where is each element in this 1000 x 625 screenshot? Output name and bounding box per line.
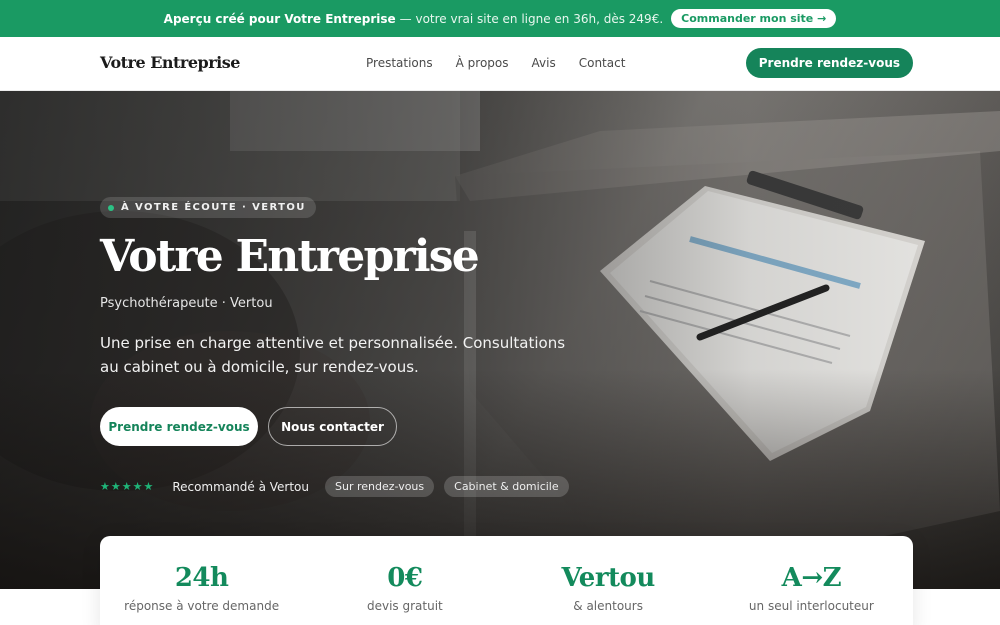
- stat-value: 24h: [174, 563, 229, 593]
- promo-headline: Aperçu créé pour Votre Entreprise: [163, 11, 396, 26]
- hero-section: À VOTRE ÉCOUTE · VERTOU Votre Entreprise…: [0, 91, 1000, 589]
- stat-item: Vertou & alentours: [507, 563, 710, 625]
- stat-label: devis gratuit: [366, 599, 443, 613]
- status-dot-icon: [108, 204, 114, 211]
- stat-label: un seul interlocuteur: [748, 599, 874, 613]
- stats-card: 24h réponse à votre demande 0€ devis gra…: [100, 536, 913, 625]
- hero-subtitle: Psychothérapeute · Vertou: [100, 296, 273, 311]
- brand-logo[interactable]: Votre Entreprise: [100, 53, 240, 72]
- promo-banner: Aperçu créé pour Votre Entreprise — votr…: [0, 0, 1000, 37]
- hero-description: Une prise en charge attentive et personn…: [100, 334, 566, 376]
- stat-value: 0€: [387, 563, 423, 593]
- stat-item: 24h réponse à votre demande: [100, 563, 303, 625]
- rating-stars-icon: ★★★★★: [100, 480, 155, 493]
- stat-label: & alentours: [573, 599, 643, 613]
- order-site-button[interactable]: Commander mon site →: [671, 9, 837, 28]
- stat-value: A→Z: [781, 563, 842, 593]
- hero-title: Votre Entreprise: [100, 231, 480, 282]
- chip-location: Cabinet & domicile: [444, 476, 569, 497]
- hero-contact-button[interactable]: Nous contacter: [268, 407, 397, 446]
- stat-item: A→Z un seul interlocuteur: [710, 563, 913, 625]
- nav-menu: Prestations À propos Avis Contact: [366, 56, 625, 70]
- nav-link-about[interactable]: À propos: [456, 56, 509, 70]
- recommendation-text: Recommandé à Vertou: [172, 479, 309, 494]
- hero-appointment-button[interactable]: Prendre rendez-vous: [100, 407, 258, 446]
- stat-item: 0€ devis gratuit: [303, 563, 506, 625]
- hero-tagline-text: À VOTRE ÉCOUTE · VERTOU: [121, 202, 306, 213]
- nav-link-contact[interactable]: Contact: [579, 56, 626, 70]
- promo-text: — votre vrai site en ligne en 36h, dès 2…: [399, 11, 664, 26]
- social-proof: ★★★★★ Recommandé à Vertou Sur rendez-vou…: [100, 476, 569, 497]
- main-nav: Votre Entreprise Prestations À propos Av…: [0, 37, 1000, 91]
- hero-tagline-badge: À VOTRE ÉCOUTE · VERTOU: [100, 197, 316, 218]
- chip-appointment: Sur rendez-vous: [325, 476, 435, 497]
- nav-link-reviews[interactable]: Avis: [532, 56, 556, 70]
- stat-label: réponse à votre demande: [124, 599, 280, 613]
- nav-appointment-button[interactable]: Prendre rendez-vous: [745, 48, 913, 78]
- nav-link-prestations[interactable]: Prestations: [366, 56, 433, 70]
- stat-value: Vertou: [561, 563, 655, 593]
